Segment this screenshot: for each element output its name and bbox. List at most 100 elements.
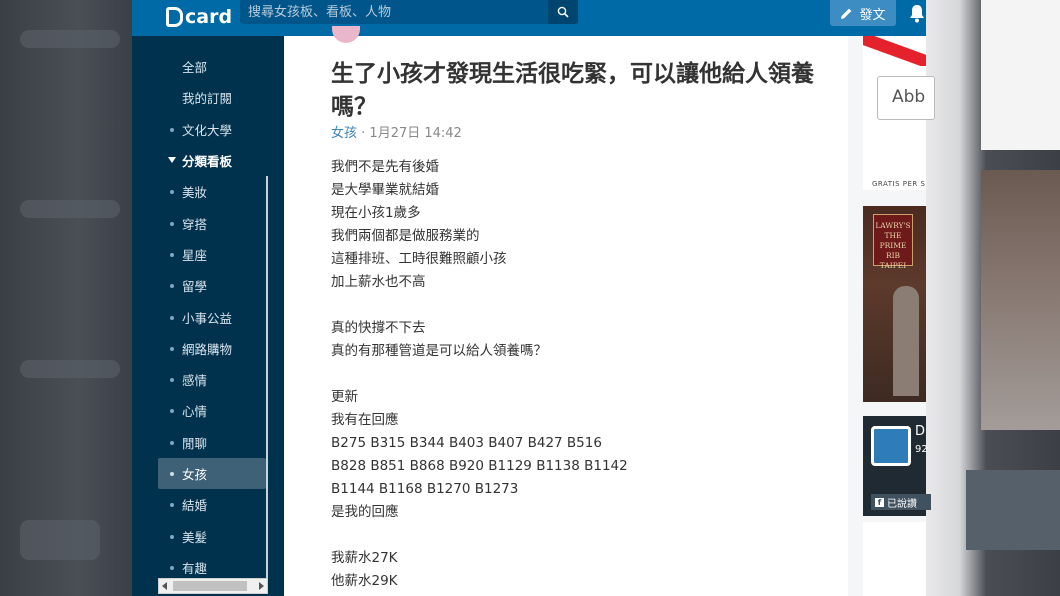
content-line: 更新: [331, 389, 358, 405]
content-line: 真的快撐不下去: [331, 320, 426, 336]
sidebar-scrollbar-vertical[interactable]: [266, 176, 268, 580]
post-button[interactable]: 發文: [830, 0, 896, 26]
content-line: B1144 B1168 B1270 B1273: [331, 481, 519, 497]
ad-restaurant-logo: LAWRY'S THE PRIME RIB TAIPEI: [873, 214, 913, 270]
bullet-icon: [170, 377, 174, 382]
search-input[interactable]: [248, 3, 548, 21]
content-line: 我薪水27K: [331, 550, 398, 566]
bell-icon[interactable]: [908, 3, 926, 23]
content-line: 他薪水29K: [331, 573, 398, 589]
sidebar-item-board[interactable]: 美髮: [132, 521, 284, 552]
sidebar-item-board[interactable]: 閒聊: [132, 427, 284, 458]
ad-banner-3[interactable]: D 92 f 已說讚: [863, 416, 931, 516]
content-line: 是大學畢業就結婚: [331, 182, 439, 198]
ad-page-title: D: [915, 424, 926, 439]
blur-image: [981, 170, 1060, 430]
search-icon: [557, 6, 569, 18]
sidebar-item-board[interactable]: 心情: [132, 395, 284, 426]
ad-button[interactable]: Abb: [877, 76, 935, 120]
sidebar-item-my-subscriptions[interactable]: 我的訂閱: [132, 82, 284, 113]
dcard-logo[interactable]: card: [166, 3, 232, 31]
sidebar-item-school[interactable]: 文化大學: [132, 114, 284, 145]
scrollbar-thumb[interactable]: [173, 581, 247, 591]
sidebar-item-label: 星座: [182, 248, 208, 263]
sidebar-item-board[interactable]: 穿搭: [132, 208, 284, 239]
search-bar: [240, 0, 578, 24]
bullet-icon: [170, 440, 174, 445]
bullet-icon: [170, 346, 174, 351]
bullet-icon: [170, 221, 174, 226]
content-line: 這種排班、工時很難照顧小孩: [331, 251, 507, 267]
sidebar-item-board[interactable]: 結婚: [132, 489, 284, 520]
ad-banner-4[interactable]: [863, 522, 926, 596]
bullet-icon: [170, 315, 174, 320]
sidebar-item-all[interactable]: 全部: [132, 51, 284, 82]
sidebar-item-label: 閒聊: [182, 436, 208, 451]
article-board-link[interactable]: 女孩: [331, 126, 357, 141]
blur-shape: [20, 520, 100, 560]
ad-column: Abb GRATIS PER S LAWRY'S THE PRIME RIB T…: [848, 36, 935, 596]
content-line: 是我的回應: [331, 504, 399, 520]
ad-footer-text: GRATIS PER S: [872, 180, 926, 188]
bullet-icon: [170, 189, 174, 194]
dcard-page-icon: [871, 426, 911, 466]
scroll-left-icon[interactable]: [162, 582, 167, 590]
author-avatar[interactable]: [332, 26, 360, 43]
background-left: [0, 0, 132, 596]
pencil-icon: [841, 8, 852, 19]
content-line: 我們不是先有後婚: [331, 159, 439, 175]
post-button-label: 發文: [859, 7, 886, 23]
caret-down-icon: [168, 157, 176, 163]
facebook-icon: f: [875, 497, 884, 507]
bullet-icon: [170, 408, 174, 413]
content-line: 真的有那種管道是可以給人領養嗎？: [331, 343, 547, 359]
search-button[interactable]: [548, 0, 578, 24]
top-navbar: card 發文: [132, 0, 926, 36]
ad-red-shape: [863, 36, 926, 66]
bullet-icon: [170, 252, 174, 257]
sidebar-item-label: 美妝: [182, 185, 208, 200]
sidebar-item-board[interactable]: 感情: [132, 364, 284, 395]
sidebar-item-label: 結婚: [182, 498, 208, 513]
content-line: [331, 363, 628, 386]
sidebar-section-boards[interactable]: 分類看板: [132, 145, 284, 176]
bullet-icon: [170, 565, 174, 570]
article-title: 生了小孩才發現生活很吃緊，可以讓他給人領養嗎？: [331, 61, 814, 120]
like-label: 已說讚: [887, 498, 917, 510]
blur-card: [981, 0, 1060, 150]
ad-banner-1[interactable]: Abb GRATIS PER S: [863, 36, 935, 190]
blur-shape: [20, 360, 120, 378]
sidebar-item-board[interactable]: 留學: [132, 270, 284, 301]
sidebar-item-label: 網路購物: [182, 342, 233, 357]
sidebar-item-label: 文化大學: [182, 123, 233, 138]
sidebar-item-board[interactable]: 網路購物: [132, 333, 284, 364]
sidebar-item-board[interactable]: 星座: [132, 239, 284, 270]
article-content: 我們不是先有後婚 是大學畢業就結婚 現在小孩1歲多 我們兩個都是做服務業的 這種…: [331, 156, 628, 593]
sidebar-scrollbar-horizontal[interactable]: [158, 578, 268, 594]
sidebar: 全部 我的訂閱 文化大學 分類看板 美妝 穿搭 星座 留學 小事公益 網路購物 …: [132, 36, 284, 596]
scroll-right-icon[interactable]: [259, 582, 264, 590]
blur-shape: [20, 200, 120, 218]
blur-bar: [966, 470, 1060, 550]
logo-d-icon: [166, 7, 183, 27]
bullet-icon: [170, 534, 174, 539]
bullet-icon: [170, 127, 174, 132]
sidebar-item-label: 穿搭: [182, 217, 208, 232]
sidebar-item-board[interactable]: 美妝: [132, 176, 284, 207]
ad-image-shape: [893, 286, 919, 396]
sidebar-item-label: 小事公益: [182, 311, 233, 326]
article-meta: 女孩 · 1月27日 14:42: [331, 122, 462, 141]
sidebar-item-label: 美髮: [182, 530, 208, 545]
content-line: 我們兩個都是做服務業的: [331, 228, 480, 244]
content-line: 我有在回應: [331, 412, 399, 428]
sidebar-item-label: 女孩: [182, 467, 208, 482]
sidebar-item-board[interactable]: 小事公益: [132, 302, 284, 333]
logo-text: card: [185, 6, 233, 28]
ad-page-count: 92: [915, 444, 928, 455]
like-button[interactable]: f 已說讚: [871, 494, 931, 510]
content-line: 加上薪水也不高: [331, 274, 426, 290]
bullet-icon: [170, 471, 174, 476]
content-line: [331, 524, 628, 547]
sidebar-item-board-active[interactable]: 女孩: [158, 458, 266, 489]
ad-banner-2[interactable]: LAWRY'S THE PRIME RIB TAIPEI: [863, 206, 926, 402]
